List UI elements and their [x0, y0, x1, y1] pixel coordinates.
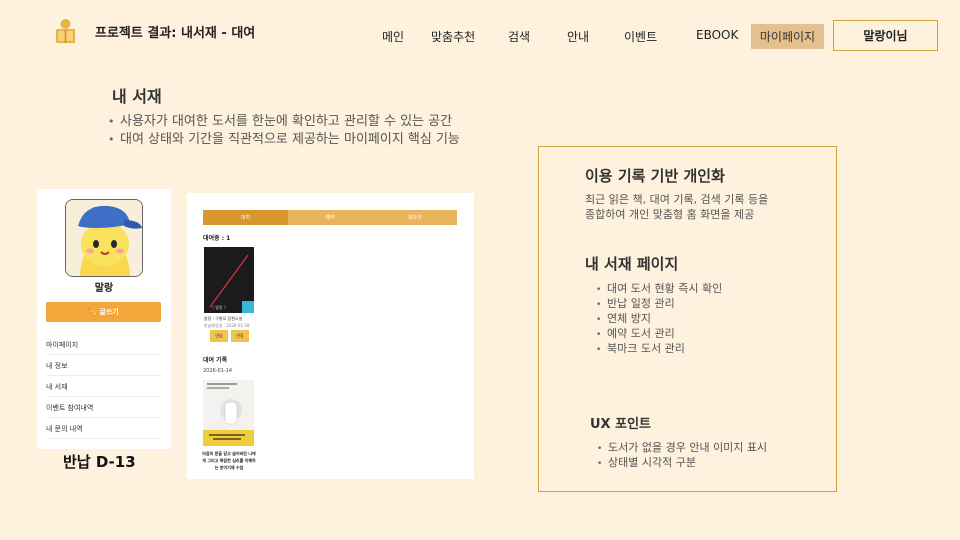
- svg-text:〈 말랑 〉: 〈 말랑 〉: [210, 304, 228, 310]
- history-date: 2026-01-14: [203, 368, 233, 374]
- info-text: 최근 읽은 책, 대여 기록, 검색 기록 등을: [585, 193, 769, 206]
- info-list-item: 대여 도서 현황 즉시 확인: [596, 282, 722, 297]
- info-heading-library: 내 서재 페이지: [585, 255, 679, 273]
- info-list-item: 연체 방지: [596, 312, 722, 327]
- section-description: 사용자가 대여한 도서를 한눈에 확인하고 관리할 수 있는 공간 대여 상태와…: [108, 113, 460, 149]
- info-list-ux: 도서가 없을 경우 안내 이미지 표시 상태별 시각적 구분: [597, 441, 767, 471]
- tab-lend[interactable]: 대여: [203, 210, 288, 225]
- book-due-date: 반납예정일 : 2026-01-28: [204, 323, 250, 328]
- library-panel: 대여 예약 북마크 대여중 : 1 〈 말랑 〉 말랑 : 구병모 장편소설 반…: [187, 193, 474, 479]
- extend-button[interactable]: 연장: [231, 330, 249, 342]
- user-button[interactable]: 말랑이님: [833, 20, 938, 51]
- write-button[interactable]: ✏️ 글쓰기: [46, 302, 161, 322]
- info-heading-ux: UX 포인트: [590, 417, 651, 432]
- info-list-item: 상태별 시각적 구분: [597, 456, 767, 471]
- side-menu-item-myinfo[interactable]: 내 정보: [46, 355, 162, 376]
- info-list-library: 대여 도서 현황 즉시 확인 반납 일정 관리 연체 방지 예약 도서 관리 북…: [596, 282, 722, 357]
- description-item: 대여 상태와 기간을 직관적으로 제공하는 마이페이지 핵심 기능: [108, 131, 460, 149]
- section-title: 내 서재: [112, 87, 162, 106]
- info-heading-personalization: 이용 기록 기반 개인화: [585, 167, 725, 185]
- info-list-item: 예약 도서 관리: [596, 327, 722, 342]
- side-menu-item-mypage[interactable]: 마이페이지: [46, 334, 162, 355]
- side-menu-item-inquiry[interactable]: 내 문의 내역: [46, 418, 162, 439]
- nav-main[interactable]: 메인: [382, 28, 404, 45]
- book-title: 말랑 : 구병모 장편소설: [204, 316, 243, 321]
- nav-guide[interactable]: 안내: [567, 28, 589, 45]
- lend-count: 대여중 : 1: [203, 235, 231, 242]
- info-list-item: 도서가 없을 경우 안내 이미지 표시: [597, 441, 767, 456]
- tab-bookmark[interactable]: 북마크: [372, 210, 458, 225]
- avatar: [65, 199, 143, 277]
- tab-reserve[interactable]: 예약: [287, 210, 373, 225]
- history-title: 대여 기록: [203, 357, 228, 364]
- nav-event[interactable]: 이벤트: [624, 28, 657, 45]
- info-text: 종합하여 개인 맞춤형 홈 화면을 제공: [585, 208, 755, 221]
- library-tabs: 대여 예약 북마크: [203, 210, 458, 225]
- info-list-item: 반납 일정 관리: [596, 297, 722, 312]
- side-menu: 마이페이지 내 정보 내 서재 이벤트 참여내역 내 문의 내역: [46, 334, 162, 439]
- profile-sidebar: 말랑 ✏️ 글쓰기 마이페이지 내 정보 내 서재 이벤트 참여내역 내 문의 …: [37, 189, 171, 449]
- return-button[interactable]: 반납: [210, 330, 228, 342]
- book-cover[interactable]: 〈 말랑 〉: [204, 247, 254, 313]
- side-menu-item-events[interactable]: 이벤트 참여내역: [46, 397, 162, 418]
- description-item: 사용자가 대여한 도서를 한눈에 확인하고 관리할 수 있는 공간: [108, 113, 460, 131]
- side-menu-item-library[interactable]: 내 서재: [46, 376, 162, 397]
- return-deadline-label: 반납 D-13: [63, 453, 136, 471]
- profile-name: 말랑: [94, 283, 114, 294]
- info-box: 이용 기록 기반 개인화 최근 읽은 책, 대여 기록, 검색 기록 등을 종합…: [538, 146, 837, 492]
- nav-ebook[interactable]: EBOOK: [696, 28, 738, 42]
- book-cover[interactable]: [203, 380, 254, 446]
- history-book-title: 마음의 문을 닫고 숨어버린 나에게 그리고 복잡한 심리를 이해하는 방어기제…: [202, 451, 256, 470]
- nav-mypage[interactable]: 마이페이지: [751, 24, 824, 49]
- info-list-item: 북마크 도서 관리: [596, 342, 722, 357]
- nav-search[interactable]: 검색: [508, 28, 530, 45]
- nav-recommend[interactable]: 맞춤추천: [431, 28, 475, 45]
